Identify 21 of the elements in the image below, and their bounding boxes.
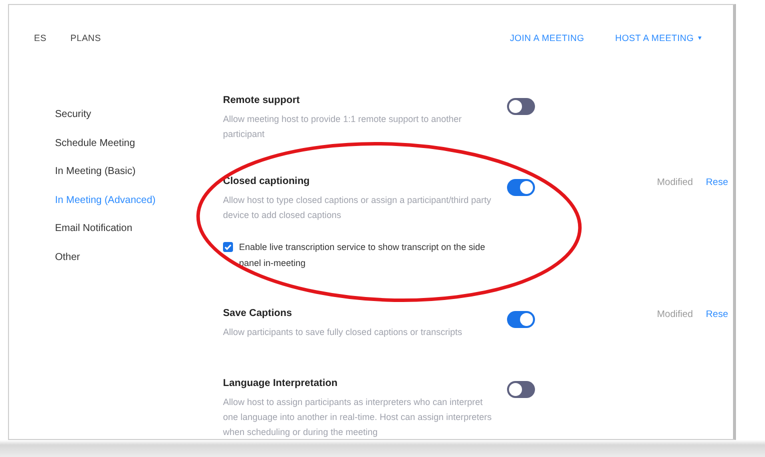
sidebar-item[interactable]: Schedule Meeting [55, 136, 136, 150]
setting-description: Allow host to assign participants as interpreters who can interpret one language into another in real-time. Host can assign interpreters when scheduling or during the meeting [223, 396, 493, 439]
setting-description: Allow meeting host to provide 1:1 remote support to another participant [223, 113, 463, 141]
status-label: Modified [657, 177, 693, 190]
sidebar-item[interactable]: Other [55, 250, 80, 264]
nav-link[interactable]: PLANS [70, 33, 101, 43]
nav-link[interactable]: ES [34, 33, 46, 43]
toggle-switch[interactable] [507, 381, 535, 398]
sidebar-item[interactable]: Security [55, 107, 92, 122]
setting-title: Language Interpretation [223, 377, 338, 391]
setting-title: Remote support [223, 94, 300, 108]
toggle-switch[interactable] [507, 311, 535, 328]
toggle-switch[interactable] [507, 179, 535, 196]
setting-description: Allow participants to save fully closed captions or transcripts [223, 326, 464, 339]
status-label: Modified [657, 309, 693, 322]
toggle-switch[interactable] [507, 98, 535, 115]
sidebar-item[interactable]: In Meeting (Basic) [55, 164, 136, 179]
setting-title: Save Captions [223, 307, 292, 321]
checkbox[interactable] [223, 242, 233, 252]
setting-description: Allow host to type closed captions or assign a participant/third party device to add closed captions [223, 194, 492, 222]
sidebar-item[interactable]: Email Notification [55, 221, 132, 236]
